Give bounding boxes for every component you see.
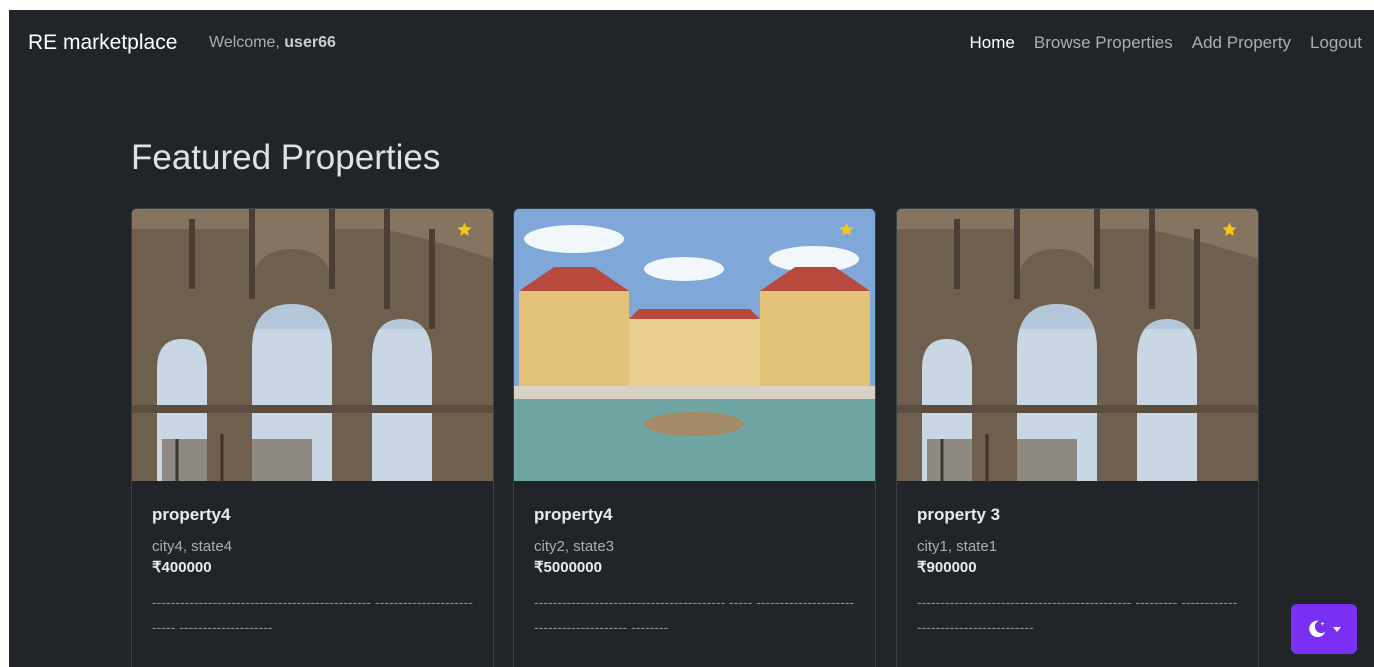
property-price: ₹5000000 [534, 559, 602, 576]
welcome-message: Welcome, user66 [209, 34, 336, 52]
brand-logo[interactable]: RE marketplace [28, 31, 177, 55]
username: user66 [284, 34, 336, 51]
colosseum-arches-photo [132, 209, 493, 481]
property-location: city4, state4 [152, 538, 233, 555]
welcome-prefix: Welcome, [209, 34, 285, 51]
property-title[interactable]: property 3 [917, 505, 1238, 525]
property-card[interactable]: property4 city2, state3 ₹5000000 -------… [513, 208, 876, 667]
property-title[interactable]: property4 [152, 505, 473, 525]
property-description: ----------------------------------------… [917, 594, 1238, 635]
navbar: RE marketplace Welcome, user66 Home Brow… [9, 10, 1374, 76]
property-card[interactable]: property4 city4, state4 ₹400000 --------… [131, 208, 494, 667]
star-icon[interactable] [1221, 221, 1238, 238]
colosseum-arches-photo [897, 209, 1258, 481]
property-description: ----------------------------------------… [534, 594, 855, 635]
card-body: property4 city4, state4 ₹400000 --------… [132, 481, 493, 640]
card-body: property4 city2, state3 ₹5000000 -------… [514, 481, 875, 640]
moon-stars-icon [1309, 620, 1326, 638]
nav-link-browse-properties[interactable]: Browse Properties [1034, 33, 1173, 53]
property-title[interactable]: property4 [534, 505, 855, 525]
nav-link-logout[interactable]: Logout [1310, 33, 1362, 53]
property-location: city2, state3 [534, 538, 615, 555]
nav-links: Home Browse Properties Add Property Logo… [970, 33, 1362, 53]
card-body: property 3 city1, state1 ₹900000 -------… [897, 481, 1258, 640]
nav-link-home[interactable]: Home [970, 33, 1015, 53]
theme-toggle-button[interactable] [1291, 604, 1357, 654]
property-location: city1, state1 [917, 538, 998, 555]
nav-link-add-property[interactable]: Add Property [1192, 33, 1291, 53]
featured-properties-title: Featured Properties [131, 138, 441, 177]
star-icon[interactable] [838, 221, 855, 238]
property-image[interactable] [132, 209, 493, 481]
property-image[interactable] [514, 209, 875, 481]
app-frame: RE marketplace Welcome, user66 Home Brow… [9, 10, 1374, 667]
property-image[interactable] [897, 209, 1258, 481]
caret-down-icon [1333, 627, 1341, 632]
property-price: ₹400000 [152, 559, 212, 576]
palace-fountain-photo [514, 209, 875, 481]
property-card[interactable]: property 3 city1, state1 ₹900000 -------… [896, 208, 1259, 667]
star-icon[interactable] [456, 221, 473, 238]
property-price: ₹900000 [917, 559, 977, 576]
property-description: ----------------------------------------… [152, 594, 473, 635]
